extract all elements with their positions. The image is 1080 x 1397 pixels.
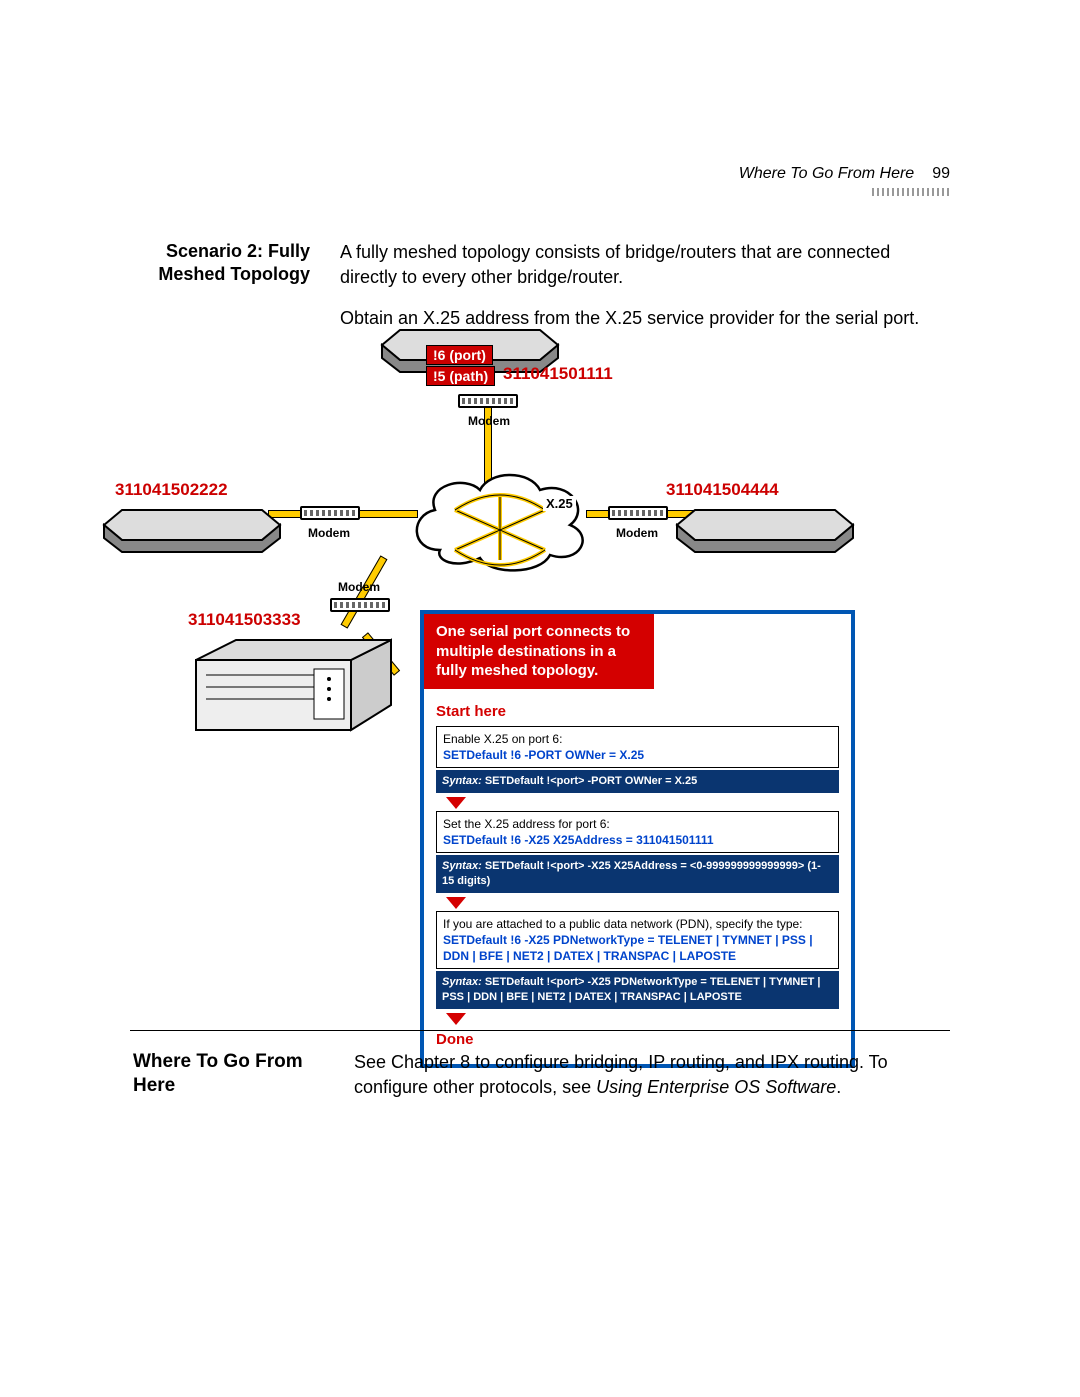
step-3-text: If you are attached to a public data net…	[443, 916, 832, 932]
address-bottom: 311041503333	[188, 610, 301, 630]
footer-body-post: .	[836, 1077, 841, 1097]
cloud-label: X.25	[543, 496, 576, 511]
scenario-para-1: A fully meshed topology consists of brid…	[340, 240, 950, 290]
syntax-2: Syntax: SETDefault !<port> -X25 X25Addre…	[436, 855, 839, 893]
modem-left	[300, 506, 360, 520]
section-rule	[130, 1030, 950, 1031]
x25-cloud	[400, 460, 600, 580]
modem-bottom	[330, 598, 390, 612]
syntax-1-text: SETDefault !<port> -PORT OWNer = X.25	[485, 775, 697, 787]
path-label: !5 (path)	[426, 366, 495, 386]
start-here-label: Start here	[436, 703, 839, 720]
step-3: If you are attached to a public data net…	[436, 911, 839, 970]
modem-top	[458, 394, 518, 408]
modem-right	[608, 506, 668, 520]
step-2-text: Set the X.25 address for port 6:	[443, 816, 832, 832]
step-3-command: SETDefault !6 -X25 PDNetworkType = TELEN…	[443, 932, 832, 964]
chevron-down-icon	[446, 797, 466, 809]
port-label: !6 (port)	[426, 345, 493, 365]
syntax-1: Syntax: SETDefault !<port> -PORT OWNer =…	[436, 770, 839, 793]
address-left: 311041502222	[115, 480, 228, 500]
modem-label-top: Modem	[468, 414, 510, 428]
step-1-text: Enable X.25 on port 6:	[443, 731, 832, 747]
callout-body: Start here Enable X.25 on port 6: SETDef…	[424, 689, 851, 1065]
modem-label-bottom: Modem	[338, 580, 380, 594]
footer-body: See Chapter 8 to configure bridging, IP …	[354, 1050, 953, 1100]
modem-label-right: Modem	[616, 526, 658, 540]
topology-diagram: !6 (port) !5 (path) 311041501111 Modem 3…	[130, 320, 950, 1030]
modem-label-left: Modem	[308, 526, 350, 540]
callout-header: One serial port connects to multiple des…	[424, 614, 654, 689]
chevron-down-icon	[446, 897, 466, 909]
address-right: 311041504444	[666, 480, 779, 500]
footer-section: Where To Go From Here See Chapter 8 to c…	[133, 1050, 953, 1100]
router-left	[102, 500, 282, 554]
address-top: 311041501111	[503, 364, 613, 384]
footer-title: Where To Go From Here	[133, 1050, 328, 1100]
chassis-bottom	[186, 635, 406, 750]
footer-body-ital: Using Enterprise OS Software	[596, 1077, 836, 1097]
syntax-3-text: SETDefault !<port> -X25 PDNetworkType = …	[442, 976, 821, 1003]
syntax-label-2: Syntax:	[442, 860, 482, 872]
done-label: Done	[436, 1031, 839, 1048]
syntax-label-1: Syntax:	[442, 775, 482, 787]
instruction-callout: One serial port connects to multiple des…	[420, 610, 855, 1068]
step-1-command: SETDefault !6 -PORT OWNer = X.25	[443, 747, 832, 763]
step-2-command: SETDefault !6 -X25 X25Address = 31104150…	[443, 832, 832, 848]
step-1: Enable X.25 on port 6: SETDefault !6 -PO…	[436, 726, 839, 768]
syntax-3: Syntax: SETDefault !<port> -X25 PDNetwor…	[436, 971, 839, 1009]
router-right	[675, 500, 855, 554]
step-2: Set the X.25 address for port 6: SETDefa…	[436, 811, 839, 853]
syntax-label-3: Syntax:	[442, 976, 482, 988]
chevron-down-icon	[446, 1013, 466, 1025]
syntax-2-text: SETDefault !<port> -X25 X25Address = <0-…	[442, 860, 821, 887]
